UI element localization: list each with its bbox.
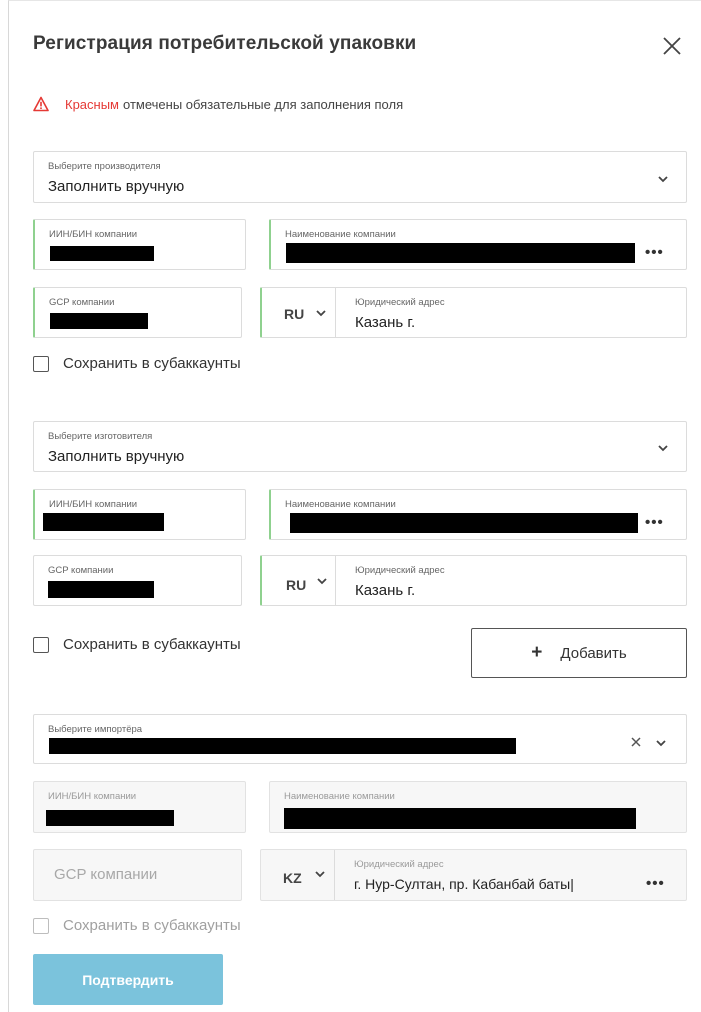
producer-address-label: Юридический адрес [355,297,445,308]
divider [334,850,335,900]
importer-inn-label: ИИН/БИН компании [48,791,137,802]
manufacturer-select-value: Заполнить вручную [48,448,185,465]
manufacturer-inn-field[interactable]: ИИН/БИН компании [33,489,246,540]
redacted-value [43,513,164,531]
importer-select[interactable]: Выберите импортёра [33,714,687,764]
divider [335,556,336,605]
manufacturer-save-label: Сохранить в субаккаунты [63,636,241,653]
warning-icon [33,96,49,112]
importer-save-label: Сохранить в субаккаунты [63,917,241,934]
producer-address-input[interactable]: Казань г. [355,314,415,331]
manufacturer-inn-label: ИИН/БИН компании [49,499,138,510]
importer-gcp-field[interactable]: GCP компании [33,849,242,901]
producer-address-group: RU Юридический адрес Казань г. [260,287,687,338]
importer-gcp-placeholder: GCP компании [54,866,158,883]
divider [335,288,336,337]
producer-gcp-field[interactable]: GCP компании [33,287,242,338]
plus-icon: + [531,642,543,663]
importer-save-checkbox[interactable]: Сохранить в субаккаунты [33,917,241,934]
manufacturer-country-select[interactable]: RU [286,577,306,593]
producer-save-checkbox[interactable]: Сохранить в субаккаунты [33,355,241,372]
required-fields-notice: Красным отмечены обязательные для заполн… [33,96,403,112]
manufacturer-select[interactable]: Выберите изготовителя Заполнить вручную [33,421,687,472]
chevron-down-icon[interactable] [315,309,327,317]
more-icon[interactable]: ••• [646,875,665,892]
importer-address-input[interactable]: г. Нур-Султан, пр. Кабанбай баты| [354,876,574,892]
importer-address-group: KZ Юридический адрес г. Нур-Султан, пр. … [260,849,687,901]
producer-country-select[interactable]: RU [284,306,304,322]
dialog-title: Регистрация потребительской упаковки [33,33,417,54]
confirm-button[interactable]: Подтвердить [33,954,223,1005]
producer-name-field[interactable]: Наименование компании ••• [269,219,687,270]
producer-select-value: Заполнить вручную [48,178,185,195]
manufacturer-name-label: Наименование компании [285,499,396,510]
producer-inn-label: ИИН/БИН компании [49,229,138,240]
chevron-down-icon[interactable] [657,175,669,183]
manufacturer-address-label: Юридический адрес [355,565,445,576]
manufacturer-address-input[interactable]: Казань г. [355,582,415,599]
producer-gcp-label: GCP компании [49,297,115,308]
checkbox-icon[interactable] [33,636,49,653]
importer-name-field[interactable]: Наименование компании [269,781,687,833]
notice-text: отмечены обязательные для заполнения пол… [123,96,404,112]
redacted-value [49,738,516,754]
producer-select[interactable]: Выберите производителя Заполнить вручную [33,151,687,203]
chevron-down-icon[interactable] [655,739,667,747]
manufacturer-gcp-field[interactable]: GCP компании [33,555,242,606]
redacted-value [48,581,154,598]
importer-inn-field[interactable]: ИИН/БИН компании [33,781,246,833]
close-icon[interactable] [658,32,686,60]
add-button-label: Добавить [560,644,627,662]
redacted-value [286,243,635,263]
more-icon[interactable]: ••• [645,514,664,531]
importer-name-label: Наименование компании [284,791,395,802]
add-button[interactable]: + Добавить [471,628,687,678]
checkbox-icon[interactable] [33,355,49,372]
importer-country-select[interactable]: KZ [283,870,302,886]
manufacturer-address-group: RU Юридический адрес Казань г. [260,555,687,606]
redacted-value [50,246,154,261]
producer-select-label: Выберите производителя [48,161,161,172]
redacted-value [46,810,174,826]
chevron-down-icon[interactable] [657,444,669,452]
manufacturer-name-field[interactable]: Наименование компании ••• [269,489,687,540]
producer-save-label: Сохранить в субаккаунты [63,355,241,372]
chevron-down-icon[interactable] [316,577,328,585]
redacted-value [290,513,638,533]
chevron-down-icon[interactable] [314,870,326,878]
producer-inn-field[interactable]: ИИН/БИН компании [33,219,246,270]
manufacturer-save-checkbox[interactable]: Сохранить в субаккаунты [33,636,241,653]
importer-select-label: Выберите импортёра [48,724,143,735]
checkbox-icon[interactable] [33,917,49,934]
redacted-value [50,313,148,329]
more-icon[interactable]: ••• [645,244,664,261]
importer-address-label: Юридический адрес [354,859,444,870]
manufacturer-select-label: Выберите изготовителя [48,431,153,442]
manufacturer-gcp-label: GCP компании [48,565,114,576]
producer-name-label: Наименование компании [285,229,396,240]
notice-red-word: Красным [65,96,119,112]
redacted-value [284,808,636,829]
clear-icon[interactable] [630,736,642,748]
